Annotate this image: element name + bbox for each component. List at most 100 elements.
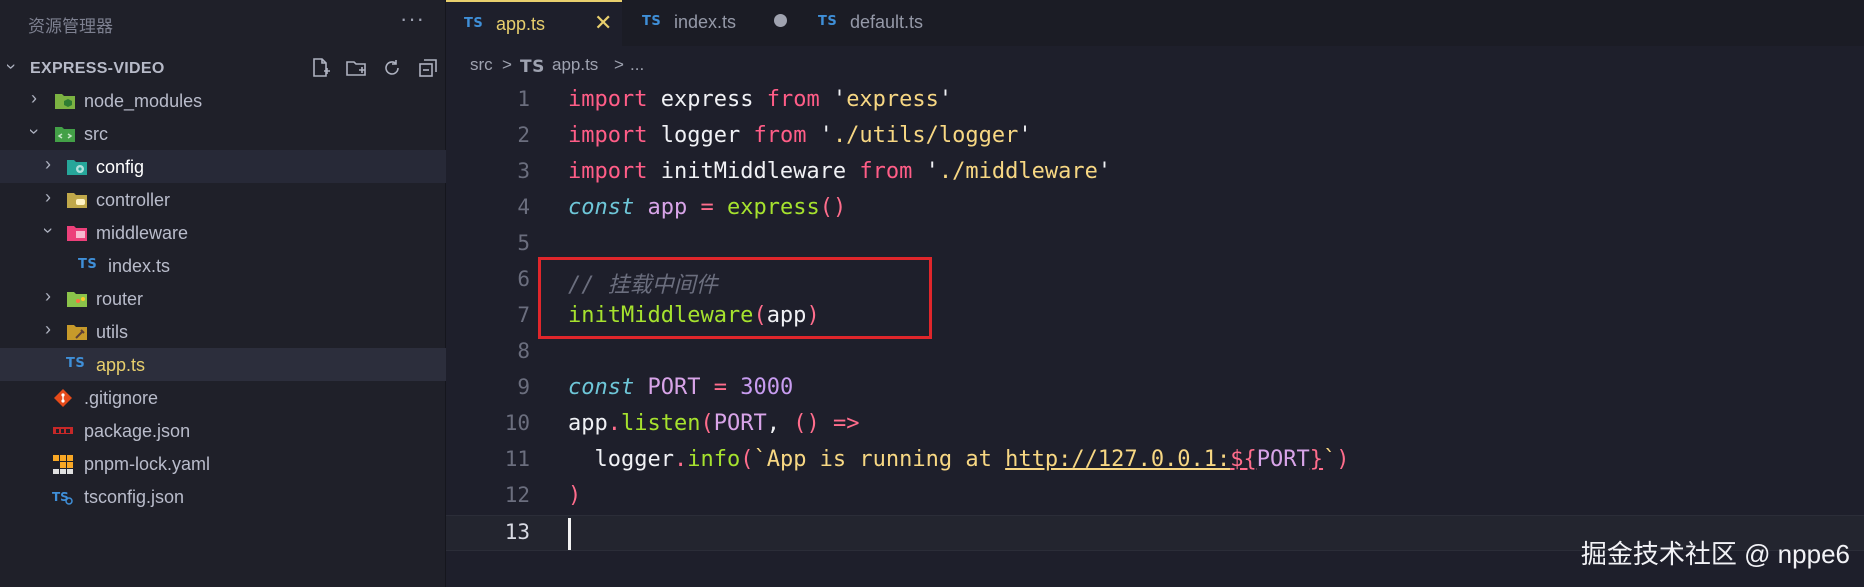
- code-token: (: [740, 447, 754, 472]
- pnpm-icon: [52, 454, 74, 474]
- code-text: app.listen(PORT, () =>: [568, 411, 859, 436]
- root-folder-label: EXPRESS-VIDEO: [30, 60, 165, 77]
- tree-item-index-ts[interactable]: TS index.ts: [0, 249, 446, 282]
- tab-label: default.ts: [850, 12, 924, 32]
- code-token: import: [568, 159, 648, 184]
- editor-tab-bar: TS app.ts ✕ TS index.ts TS default.ts: [446, 0, 1864, 46]
- tree-item-pnpm-lock[interactable]: pnpm-lock.yaml: [0, 447, 446, 480]
- chevron-right-icon: ›: [45, 286, 51, 306]
- breadcrumb-symbol[interactable]: ...: [630, 55, 644, 75]
- code-line[interactable]: 10 app.listen(PORT, () =>: [446, 407, 1864, 443]
- code-token: `: [1323, 447, 1337, 472]
- code-token: ': [938, 87, 953, 112]
- code-line[interactable]: 4 const app = express(): [446, 191, 1864, 227]
- tab-index-ts[interactable]: TS index.ts: [622, 0, 798, 46]
- code-token: express: [647, 87, 767, 112]
- line-number: 1: [517, 87, 530, 111]
- tree-item-package-json[interactable]: package.json: [0, 414, 446, 447]
- breadcrumb-folder[interactable]: src: [470, 55, 493, 75]
- code-token: const: [568, 375, 635, 400]
- tree-item-utils[interactable]: › utils: [0, 315, 446, 348]
- line-number: 9: [517, 375, 530, 399]
- unsaved-dot-icon[interactable]: [774, 14, 787, 27]
- chevron-right-icon: ›: [31, 88, 37, 108]
- npm-icon: [52, 421, 74, 441]
- tree-item-config[interactable]: › config: [0, 150, 446, 183]
- typescript-icon: TS: [520, 57, 545, 77]
- close-icon[interactable]: ✕: [594, 10, 612, 36]
- line-number: 7: [517, 303, 530, 327]
- code-line[interactable]: 8: [446, 335, 1864, 371]
- tree-item-label: app.ts: [96, 355, 146, 375]
- code-text: import logger from './utils/logger': [568, 123, 1032, 148]
- config-folder-icon: [66, 157, 88, 177]
- new-folder-icon[interactable]: [342, 54, 370, 82]
- refresh-icon[interactable]: [378, 54, 406, 82]
- code-token: ): [1336, 447, 1350, 472]
- annotation-highlight-box: [538, 257, 932, 339]
- new-file-icon[interactable]: [306, 54, 334, 82]
- code-line[interactable]: 1 import express from 'express': [446, 83, 1864, 119]
- typescript-icon: TS: [66, 356, 86, 371]
- line-number: 10: [504, 411, 530, 435]
- node-folder-icon: [54, 91, 76, 111]
- code-token: express: [726, 195, 820, 220]
- tree-item-gitignore[interactable]: .gitignore: [0, 381, 446, 414]
- code-token: 3000: [740, 375, 794, 400]
- typescript-icon: TS: [642, 14, 662, 29]
- tree-item-app-ts[interactable]: TS app.ts: [0, 348, 446, 381]
- breadcrumb-separator: >: [502, 55, 512, 74]
- code-line[interactable]: 12): [446, 479, 1864, 515]
- git-icon: [52, 388, 74, 408]
- code-token: logger: [647, 123, 754, 148]
- code-line[interactable]: 11 logger.info(`App is running at http:/…: [446, 443, 1864, 479]
- code-token: from: [859, 159, 913, 184]
- tree-item-tsconfig[interactable]: TS tsconfig.json: [0, 480, 446, 513]
- line-number: 13: [504, 520, 530, 544]
- breadcrumb-file[interactable]: app.ts: [552, 55, 598, 75]
- tree-item-node-modules[interactable]: › node_modules: [0, 84, 446, 117]
- code-token: from: [766, 87, 820, 112]
- code-token: ': [1097, 159, 1112, 184]
- code-token: PORT: [713, 411, 767, 436]
- code-line[interactable]: 3 import initMiddleware from './middlewar…: [446, 155, 1864, 191]
- more-actions-icon[interactable]: ···: [400, 6, 425, 32]
- explorer-root-folder[interactable]: › EXPRESS-VIDEO: [0, 52, 446, 84]
- line-number: 4: [517, 195, 530, 219]
- tree-item-controller[interactable]: › controller: [0, 183, 446, 216]
- tree-item-label: node_modules: [84, 91, 203, 111]
- line-number: 2: [517, 123, 530, 147]
- typescript-icon: TS: [78, 257, 98, 272]
- code-line[interactable]: 2 import logger from './utils/logger': [446, 119, 1864, 155]
- explorer-actions: [306, 54, 442, 82]
- tree-item-label: package.json: [84, 421, 191, 441]
- tree-item-middleware[interactable]: › middleware: [0, 216, 446, 249]
- tab-label: app.ts: [496, 14, 546, 34]
- line-number: 8: [517, 339, 530, 363]
- line-number: 12: [504, 483, 530, 507]
- tree-item-label: tsconfig.json: [84, 487, 185, 507]
- breadcrumb-separator: >: [614, 55, 624, 74]
- line-number: 5: [517, 231, 530, 255]
- tree-item-label: config: [96, 157, 145, 177]
- tree-item-label: router: [96, 289, 144, 309]
- chevron-right-icon: ›: [45, 187, 51, 207]
- code-token: http://127.0.0.1:: [1005, 447, 1231, 472]
- chevron-right-icon: ›: [45, 154, 51, 174]
- collapse-all-icon[interactable]: [414, 54, 442, 82]
- code-line[interactable]: 9 const PORT = 3000: [446, 371, 1864, 407]
- line-number: 3: [517, 159, 530, 183]
- tab-app-ts[interactable]: TS app.ts ✕: [446, 0, 622, 46]
- tab-default-ts[interactable]: TS default.ts: [798, 0, 974, 46]
- tree-item-router[interactable]: › router: [0, 282, 446, 315]
- typescript-icon: TS: [818, 14, 838, 29]
- code-token: =: [713, 375, 727, 400]
- code-token: (): [793, 411, 820, 436]
- code-token: app: [647, 195, 688, 220]
- tree-item-src[interactable]: › src: [0, 117, 446, 150]
- tree-item-label: utils: [96, 322, 129, 342]
